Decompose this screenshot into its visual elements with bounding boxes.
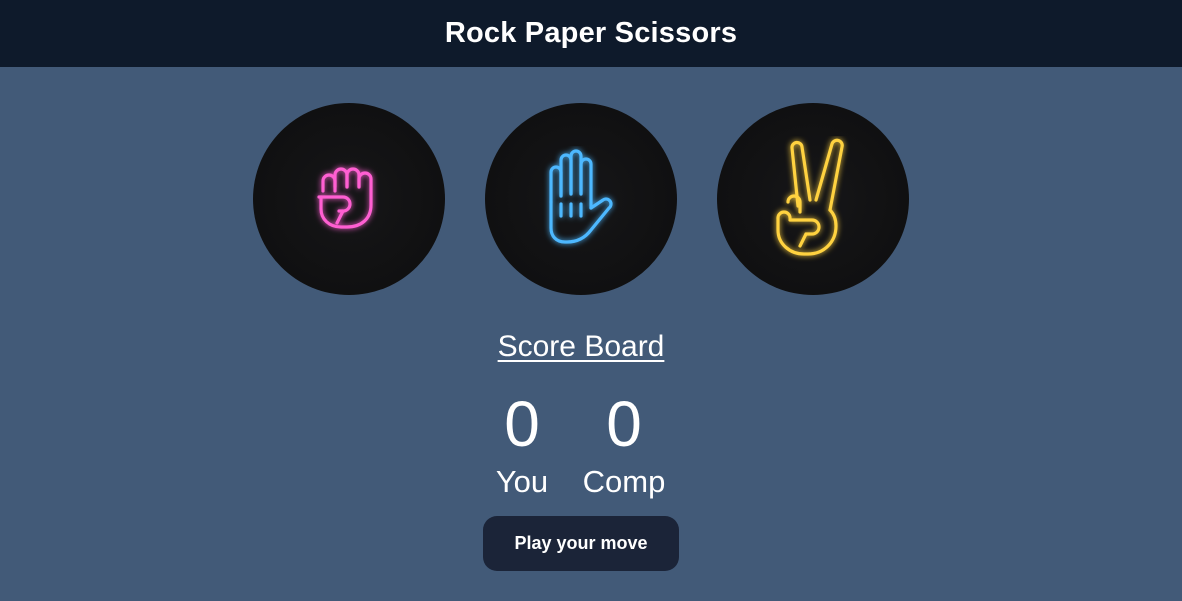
player-score-label: You bbox=[495, 464, 549, 499]
computer-score: 0 Comp bbox=[574, 388, 674, 500]
computer-score-value: 0 bbox=[606, 388, 642, 460]
choice-scissors[interactable] bbox=[717, 103, 909, 295]
peace-sign-icon bbox=[776, 138, 844, 256]
fist-icon bbox=[317, 167, 373, 229]
choice-rock[interactable] bbox=[253, 103, 445, 295]
page-title: Rock Paper Scissors bbox=[444, 17, 738, 49]
open-hand-icon bbox=[549, 149, 613, 244]
scoreboard-title: Score Board bbox=[497, 330, 665, 363]
computer-score-label: Comp bbox=[582, 464, 666, 499]
choice-paper[interactable] bbox=[485, 103, 677, 295]
player-score: 0 You bbox=[482, 388, 562, 500]
play-move-button[interactable]: Play your move bbox=[483, 516, 679, 571]
choices-row bbox=[253, 103, 909, 295]
player-score-value: 0 bbox=[504, 388, 540, 460]
app-header: Rock Paper Scissors bbox=[0, 0, 1182, 67]
